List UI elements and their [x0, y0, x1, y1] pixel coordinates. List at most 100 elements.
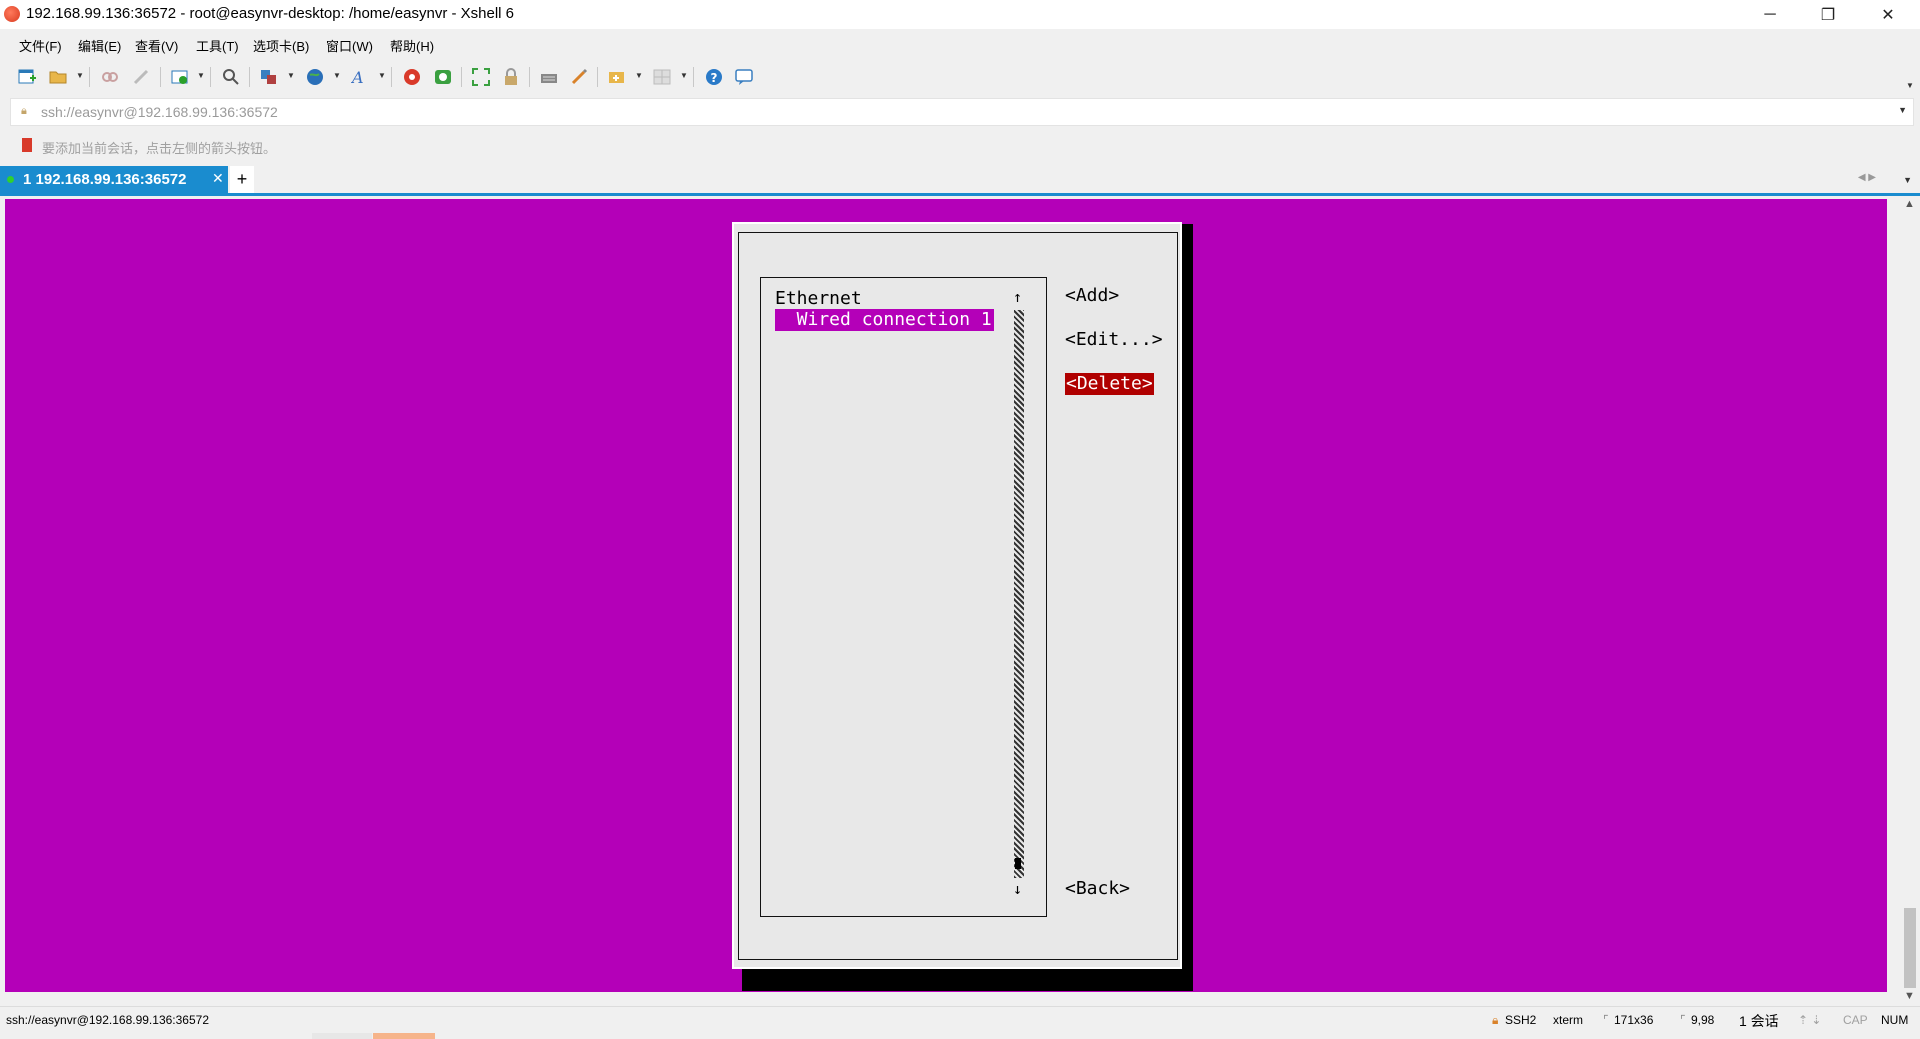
bookmark-arrow-icon[interactable] — [22, 138, 32, 152]
toolbar-separator — [249, 67, 250, 87]
taskbar-item-highlight — [373, 1033, 435, 1039]
back-button[interactable]: <Back> — [1065, 878, 1130, 900]
toolbar-separator — [597, 67, 598, 87]
scroll-up-arrow-icon[interactable]: ▲ — [1904, 198, 1915, 210]
xftp-icon[interactable] — [402, 67, 422, 87]
restore-button[interactable]: ❐ — [1800, 0, 1856, 29]
fullscreen-icon[interactable] — [471, 67, 491, 87]
lock-icon[interactable] — [501, 67, 521, 87]
keyboard-icon[interactable] — [539, 67, 559, 87]
address-bar[interactable]: 🔒︎ ssh://easynvr@192.168.99.136:36572 ▼ — [10, 98, 1914, 126]
new-tab-dropdown-icon[interactable]: ▼ — [635, 71, 643, 80]
open-folder-icon[interactable] — [48, 67, 68, 87]
toolbar-separator — [160, 67, 161, 87]
reconnect-icon[interactable] — [100, 67, 120, 87]
add-tab-button[interactable]: + — [230, 166, 254, 193]
address-input[interactable]: ssh://easynvr@192.168.99.136:36572 — [41, 104, 278, 120]
lock-icon: 🔒︎ — [21, 105, 27, 117]
xmanager-icon[interactable] — [433, 67, 453, 87]
properties-icon[interactable] — [170, 67, 190, 87]
connection-list[interactable]: Ethernet Wired connection 1 ↑ ↓ — [760, 277, 1047, 917]
terminal-scroll-thumb[interactable] — [1904, 908, 1916, 988]
menu-tools[interactable]: 工具(T) — [196, 36, 239, 55]
status-terminal-size: 171x36 — [1614, 1013, 1654, 1027]
edit-button[interactable]: <Edit...> — [1065, 329, 1163, 351]
list-scroll-down-icon[interactable]: ↓ — [1013, 880, 1022, 898]
tab-bar: 1 192.168.99.136:36572 ✕ + ◀ ▶ ▼ — [0, 166, 1920, 196]
connection-status-icon — [7, 176, 14, 183]
session-info-bar: 要添加当前会话，点击左侧的箭头按钮。 — [0, 133, 1920, 159]
session-nav-arrows-icon[interactable]: ⇡ ⇣ — [1798, 1013, 1821, 1027]
new-session-icon[interactable] — [17, 67, 37, 87]
tab-label: 1 192.168.99.136:36572 — [23, 171, 187, 188]
toolbar: ▼ ▼ ▼ ▼ A ▼ ▼ ▼ ? ▼ — [0, 59, 1920, 95]
status-terminal-type: xterm — [1553, 1013, 1583, 1027]
help-icon[interactable]: ? — [704, 67, 724, 87]
toolbar-separator — [693, 67, 694, 87]
status-sessions: 1 会话 — [1739, 1013, 1779, 1029]
menu-edit[interactable]: 编辑(E) — [78, 36, 121, 55]
taskbar-edge — [0, 1033, 1920, 1039]
add-button[interactable]: <Add> — [1065, 285, 1119, 307]
terminal-size-icon: ⌜ — [1603, 1013, 1609, 1027]
menu-view[interactable]: 查看(V) — [135, 36, 178, 55]
list-scroll-thumb[interactable] — [1015, 858, 1021, 869]
nmtui-connection-dialog: Ethernet Wired connection 1 ↑ ↓ <Add> <E… — [732, 222, 1182, 969]
scroll-down-arrow-icon[interactable]: ▼ — [1904, 990, 1915, 1002]
globe-icon[interactable] — [305, 67, 325, 87]
toolbar-overflow-icon[interactable]: ▼ — [1906, 81, 1914, 90]
toolbar-separator — [461, 67, 462, 87]
highlight-icon[interactable] — [569, 67, 589, 87]
tab-scroll-arrows-icon[interactable]: ◀ ▶ — [1858, 172, 1876, 183]
properties-dropdown-icon[interactable]: ▼ — [197, 71, 205, 80]
list-scroll-up-icon[interactable]: ↑ — [1013, 288, 1022, 306]
toolbar-separator — [529, 67, 530, 87]
status-protocol: SSH2 — [1505, 1013, 1537, 1027]
new-tab-icon[interactable] — [607, 67, 627, 87]
terminal-screen[interactable]: Ethernet Wired connection 1 ↑ ↓ <Add> <E… — [5, 199, 1887, 992]
tab-session-1[interactable]: 1 192.168.99.136:36572 ✕ — [0, 166, 228, 193]
status-caps-lock: CAP — [1843, 1013, 1868, 1027]
address-dropdown-icon[interactable]: ▼ — [1898, 105, 1907, 115]
disconnect-icon[interactable] — [131, 67, 151, 87]
toolbar-separator — [89, 67, 90, 87]
list-item-wired-connection-1[interactable]: Wired connection 1 — [775, 309, 994, 331]
tab-close-icon[interactable]: ✕ — [212, 170, 224, 187]
terminal-scrollbar[interactable]: ▲ ▼ — [1900, 196, 1920, 1004]
menu-file[interactable]: 文件(F) — [19, 36, 62, 55]
find-icon[interactable] — [221, 67, 241, 87]
toolbar-separator — [210, 67, 211, 87]
list-scrollbar[interactable] — [1014, 310, 1024, 878]
layout-icon[interactable] — [652, 67, 672, 87]
globe-dropdown-icon[interactable]: ▼ — [333, 71, 341, 80]
svg-text:?: ? — [711, 71, 718, 85]
cursor-position-icon: ⌜ — [1680, 1013, 1686, 1027]
menu-window[interactable]: 窗口(W) — [326, 36, 373, 55]
delete-button[interactable]: <Delete> — [1065, 373, 1154, 395]
menu-help[interactable]: 帮助(H) — [390, 36, 434, 55]
close-window-button[interactable]: ✕ — [1860, 0, 1916, 29]
menu-tabs[interactable]: 选项卡(B) — [253, 36, 309, 55]
list-group-ethernet: Ethernet — [775, 288, 862, 309]
minimize-button[interactable]: ─ — [1742, 0, 1798, 29]
layout-dropdown-icon[interactable]: ▼ — [680, 71, 688, 80]
transfer-icon[interactable] — [259, 67, 279, 87]
tab-list-dropdown-icon[interactable]: ▼ — [1903, 175, 1912, 185]
font-dropdown-icon[interactable]: ▼ — [378, 71, 386, 80]
chat-icon[interactable] — [734, 67, 754, 87]
menu-bar: 文件(F) 编辑(E) 查看(V) 工具(T) 选项卡(B) 窗口(W) 帮助(… — [0, 29, 1920, 59]
taskbar-item — [312, 1033, 372, 1039]
svg-text:A: A — [351, 68, 364, 86]
font-icon[interactable]: A — [350, 67, 370, 87]
ssh-lock-icon: 🔒︎ — [1492, 1013, 1499, 1027]
status-num-lock: NUM — [1881, 1013, 1909, 1027]
transfer-dropdown-icon[interactable]: ▼ — [287, 71, 295, 80]
status-cursor-position: 9,98 — [1691, 1013, 1715, 1027]
xshell-app-icon[interactable] — [4, 6, 20, 22]
open-dropdown-icon[interactable]: ▼ — [76, 71, 84, 80]
status-connection: ssh://easynvr@192.168.99.136:36572 — [6, 1013, 209, 1027]
toolbar-separator — [391, 67, 392, 87]
window-title: 192.168.99.136:36572 - root@easynvr-desk… — [26, 5, 515, 22]
info-text: 要添加当前会话，点击左侧的箭头按钮。 — [42, 141, 277, 156]
status-bar: ssh://easynvr@192.168.99.136:36572 🔒︎ SS… — [0, 1006, 1920, 1034]
